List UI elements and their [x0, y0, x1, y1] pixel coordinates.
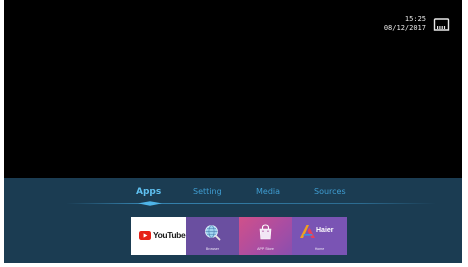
app-tile-browser[interactable]: Browser [186, 217, 239, 255]
haier-logo-icon [300, 225, 315, 238]
ethernet-icon [433, 18, 450, 31]
youtube-wordmark: YouTube [153, 230, 186, 240]
app-tiles: YouTube Browser APP Store Haier Home [131, 217, 347, 255]
app-label-browser: Browser [205, 247, 220, 251]
tab-apps[interactable]: Apps [136, 187, 161, 197]
app-label-app-store: APP Store [257, 247, 274, 251]
status-date: 08/12/2017 [383, 24, 426, 32]
browser-globe-icon [205, 225, 221, 241]
app-label-home: Home [314, 247, 325, 251]
app-tile-home[interactable]: Haier Home [292, 217, 347, 255]
status-clock: 15:25 08/12/2017 [384, 15, 426, 33]
youtube-play-icon [139, 230, 151, 240]
tab-setting[interactable]: Setting [193, 187, 222, 196]
tv-screen: 15:25 08/12/2017 Apps Setting Media Sour… [4, 0, 462, 263]
tab-selection-indicator [66, 201, 436, 206]
app-tile-app-store[interactable]: APP Store [239, 217, 292, 255]
shopping-bag-icon [259, 224, 272, 240]
youtube-logo-icon: YouTube [139, 230, 186, 240]
launcher-tabs: Apps Setting Media Sources [4, 187, 462, 201]
status-time: 15:25 [404, 15, 426, 23]
tab-sources[interactable]: Sources [314, 187, 346, 196]
haier-wordmark: Haier [316, 227, 334, 234]
app-tile-youtube[interactable]: YouTube [131, 217, 186, 255]
tab-media[interactable]: Media [256, 187, 280, 196]
launcher-bar: Apps Setting Media Sources YouTube Brows… [4, 178, 462, 263]
